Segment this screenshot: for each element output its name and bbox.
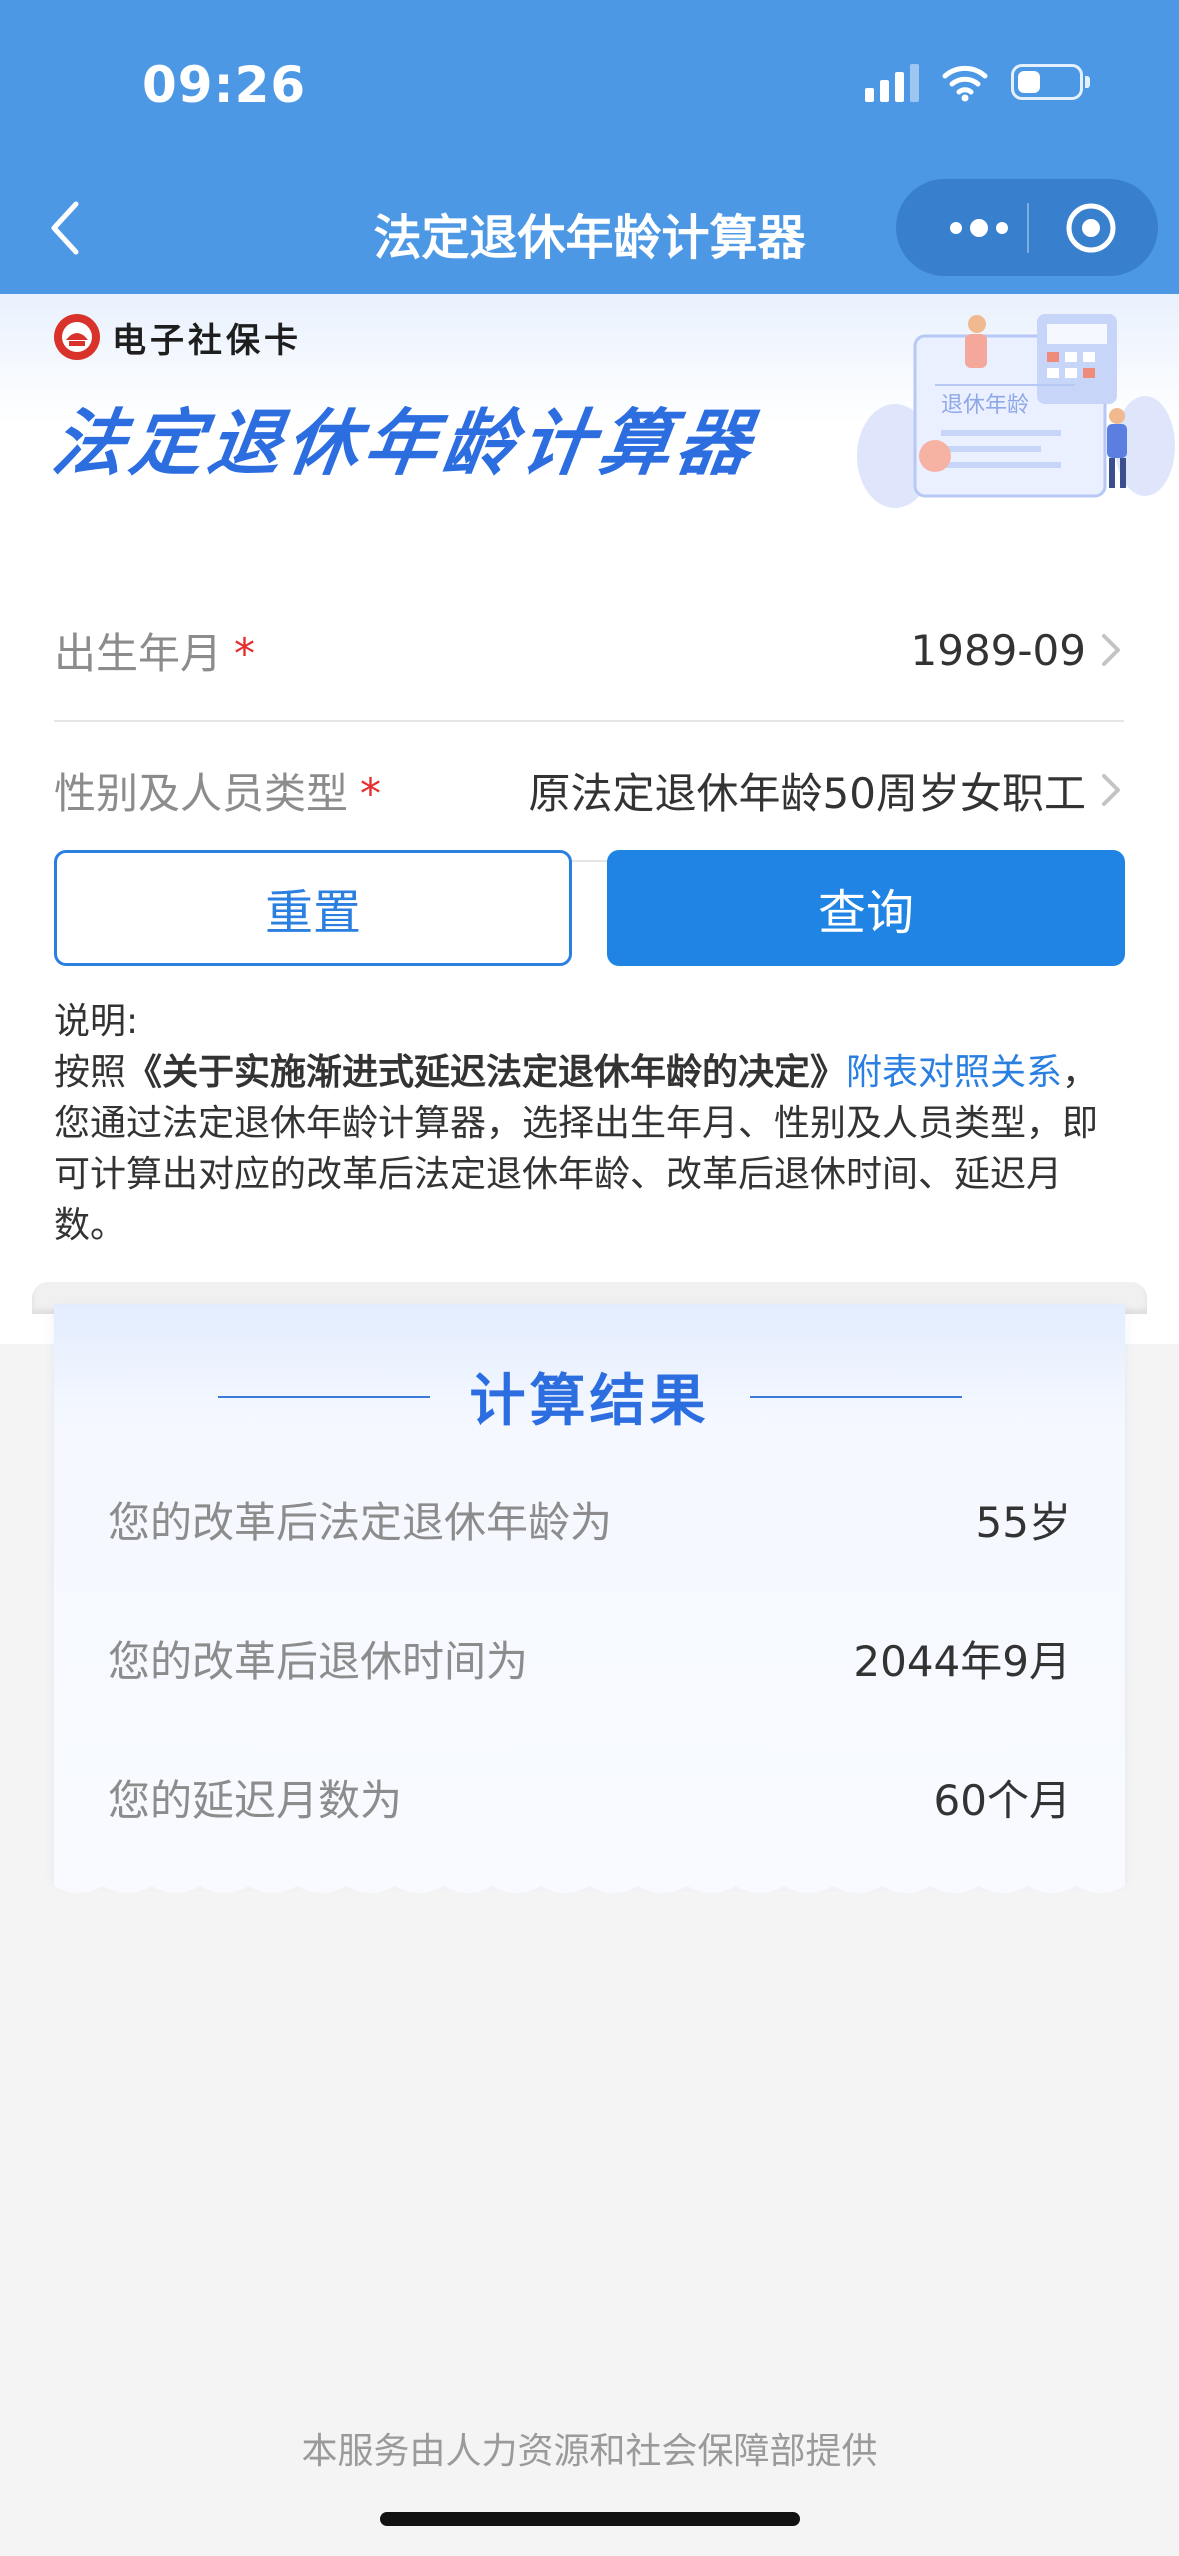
gender-type-text: 原法定退休年龄50周岁女职工: [528, 768, 1086, 818]
birth-month-row[interactable]: 出生年月 * 1989-09: [54, 580, 1124, 722]
footer-provider: 本服务由人力资源和社会保障部提供: [301, 2431, 878, 2472]
result-row-delay-months: 您的延迟月数为 60个月: [108, 1767, 1071, 1828]
social-security-logo-icon: [54, 314, 100, 360]
cellular-signal-icon: [865, 62, 919, 102]
divider: [217, 1395, 430, 1398]
brand-name: 电子社保卡: [112, 320, 302, 361]
gender-type-value[interactable]: 原法定退休年龄50周岁女职工: [529, 760, 1124, 821]
required-mark: *: [360, 768, 382, 818]
illustration-label: 退休年龄: [941, 392, 1029, 417]
result-label: 您的改革后退休时间为: [108, 1637, 529, 1686]
decision-document-title: 《关于实施渐进式延迟法定退休年龄的决定》: [126, 1052, 847, 1093]
reset-button[interactable]: 重置: [54, 850, 572, 966]
result-label: 您的延迟月数为: [108, 1776, 403, 1825]
home-indicator: [380, 2512, 800, 2526]
required-mark: *: [234, 628, 256, 678]
result-row-retirement-time: 您的改革后退休时间为 2044年9月: [108, 1628, 1071, 1689]
mini-program-capsule: [896, 179, 1158, 276]
wifi-icon: [942, 65, 988, 102]
more-icon[interactable]: [934, 213, 1024, 243]
banner-title: 法定退休年龄计算器: [47, 401, 762, 485]
brand-row: 电子社保卡: [52, 312, 302, 362]
result-title: 计算结果: [469, 1369, 710, 1434]
instructions-body: 按照《关于实施渐进式延迟法定退休年龄的决定》附表对照关系，您通过法定退休年龄计算…: [54, 1052, 1099, 1246]
chevron-right-icon: [1102, 774, 1120, 806]
capsule-divider: [1027, 203, 1029, 253]
instructions: 说明: 按照《关于实施渐进式延迟法定退休年龄的决定》附表对照关系，您通过法定退休…: [54, 996, 1130, 1251]
query-button[interactable]: 查询: [607, 850, 1125, 966]
top-bar: 09:26 法定退休年龄计算器: [0, 0, 1179, 294]
result-header: 计算结果: [54, 1356, 1125, 1437]
receipt-wavy-edge: [54, 1876, 1125, 1893]
battery-icon: [1011, 64, 1090, 100]
result-card: 计算结果 您的改革后法定退休年龄为 55岁 您的改革后退休时间为 2044年9月…: [54, 1304, 1125, 1879]
chevron-right-icon: [1102, 634, 1120, 666]
birth-month-label: 出生年月 *: [54, 628, 256, 678]
status-time: 09:26: [142, 56, 307, 114]
gender-type-label: 性别及人员类型 *: [54, 768, 382, 818]
close-target-icon[interactable]: [1064, 201, 1118, 255]
birth-month-text: 1989-09: [910, 625, 1087, 675]
result-value: 60个月: [933, 1776, 1071, 1825]
result-value: 55岁: [975, 1498, 1071, 1547]
birth-month-value[interactable]: 1989-09: [911, 626, 1125, 675]
gender-type-row[interactable]: 性别及人员类型 * 原法定退休年龄50周岁女职工: [54, 720, 1124, 862]
result-label: 您的改革后法定退休年龄为: [108, 1498, 613, 1547]
result-row-retirement-age: 您的改革后法定退休年龄为 55岁: [108, 1489, 1071, 1550]
retirement-illustration-icon: 退休年龄: [857, 314, 1175, 508]
appendix-link[interactable]: 附表对照关系: [846, 1052, 1062, 1093]
divider: [749, 1395, 962, 1398]
result-value: 2044年9月: [853, 1637, 1071, 1686]
status-icons: [865, 62, 1090, 102]
instructions-heading: 说明:: [54, 1001, 139, 1042]
